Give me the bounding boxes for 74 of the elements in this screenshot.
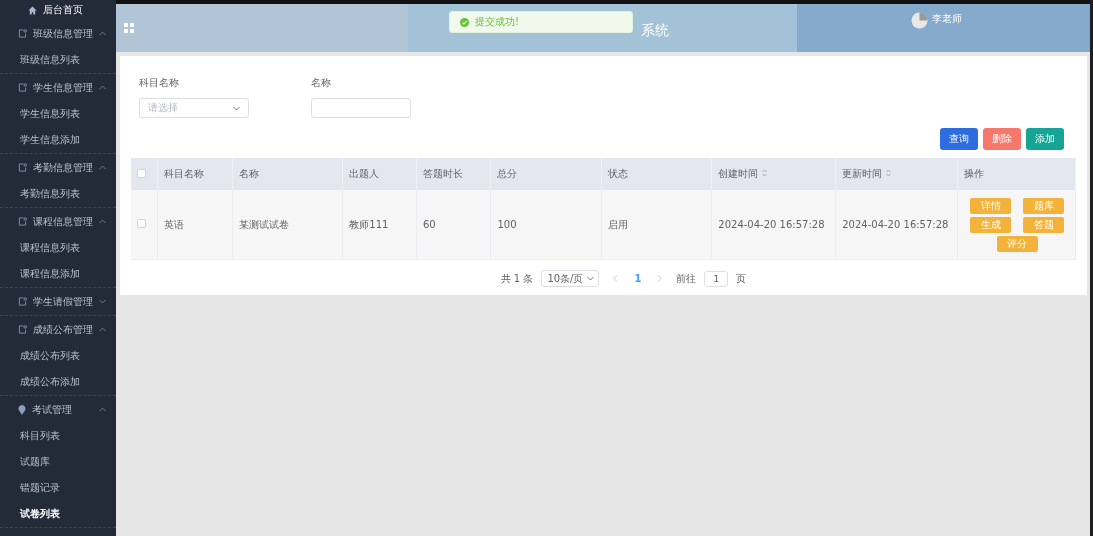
chevron-up-icon	[99, 165, 106, 170]
check-circle-icon	[460, 17, 469, 27]
menu-item[interactable]: 试卷列表	[0, 501, 116, 527]
menu-group[interactable]: 学生信息管理	[0, 74, 116, 101]
menu-item[interactable]: 课程信息添加	[0, 261, 116, 287]
column-header: 出题人	[349, 168, 380, 179]
column-header: 答题时长	[423, 168, 463, 179]
avatar-icon[interactable]	[911, 12, 928, 29]
table-cell: 某测试试卷	[239, 218, 290, 230]
menu-item[interactable]: 课程信息列表	[0, 235, 116, 261]
column-header: 状态	[608, 168, 628, 179]
table-cell: 2024-04-20 16:57:28	[718, 219, 825, 230]
sort-icon[interactable]	[762, 169, 768, 177]
menu-item[interactable]: 科目列表	[0, 423, 116, 449]
document-icon	[18, 297, 27, 306]
table-cell: 2024-04-20 16:57:28	[842, 219, 949, 230]
document-icon	[18, 325, 27, 334]
menu-item[interactable]: 考勤信息列表	[0, 181, 116, 207]
column-header[interactable]: 更新时间	[842, 168, 883, 179]
chevron-down-icon	[233, 105, 240, 111]
menu-group[interactable]: 学生请假管理	[0, 288, 116, 315]
toast-message: 提交成功!	[475, 15, 519, 29]
menu-item[interactable]: 成绩公布列表	[0, 343, 116, 369]
column-header: 操作	[964, 168, 985, 179]
chevron-up-icon	[99, 85, 106, 90]
menu-item[interactable]: 试题库	[0, 449, 116, 475]
filter-label: 科目名称	[139, 76, 180, 90]
table-cell: 启用	[608, 218, 628, 230]
grid-menu-icon[interactable]	[124, 23, 134, 33]
home-menu-item[interactable]: 后台首页	[0, 0, 116, 20]
page-size-select[interactable]: 10条/页	[541, 270, 600, 287]
menu-item[interactable]: 错题记录	[0, 475, 116, 501]
column-header: 总分	[497, 168, 518, 179]
previous-page-icon[interactable]	[613, 275, 619, 282]
system-title: 系统	[641, 22, 669, 40]
select-all-checkbox[interactable]	[137, 168, 146, 178]
table-cell: 英语	[163, 218, 184, 230]
chevron-down-icon	[587, 276, 595, 281]
page-input[interactable]: 1	[704, 270, 729, 287]
action-button[interactable]: 查询	[940, 128, 978, 150]
menu-group[interactable]: 考试管理	[0, 396, 116, 423]
menu-group[interactable]: 课程信息管理	[0, 208, 116, 235]
document-icon	[18, 83, 27, 92]
input-field[interactable]	[311, 98, 411, 118]
chevron-up-icon	[99, 327, 106, 332]
document-icon	[18, 217, 27, 226]
document-icon	[18, 29, 27, 38]
chevron-down-icon	[99, 299, 106, 304]
menu-item[interactable]: 成绩公布添加	[0, 369, 116, 395]
column-header: 科目名称	[163, 168, 204, 179]
menu-group[interactable]: 成绩公布管理	[0, 316, 116, 343]
menu-item[interactable]: 学生信息列表	[0, 101, 116, 127]
menu-group[interactable]: 考勤信息管理	[0, 154, 116, 181]
menu-item[interactable]: 学生信息添加	[0, 127, 116, 153]
menu-group[interactable]: 班级信息管理	[0, 20, 116, 47]
sort-icon[interactable]	[886, 169, 892, 177]
table-cell: 60	[423, 219, 436, 230]
chevron-up-icon	[99, 219, 106, 224]
filter-label: 名称	[311, 76, 332, 90]
column-header: 名称	[239, 168, 260, 179]
page-suffix: 页	[736, 271, 747, 286]
total-count: 共 1 条	[500, 271, 534, 286]
chevron-up-icon	[99, 31, 106, 36]
location-pin-icon	[18, 404, 26, 415]
chevron-up-icon	[99, 407, 106, 412]
table-cell: 教师111	[349, 218, 389, 230]
home-icon	[28, 5, 37, 15]
row-checkbox[interactable]	[137, 219, 146, 228]
menu-item[interactable]: 班级信息列表	[0, 47, 116, 73]
column-header[interactable]: 创建时间	[718, 168, 759, 179]
table-cell: 100	[497, 219, 517, 230]
document-icon	[18, 163, 27, 172]
goto-label: 前往	[676, 271, 697, 286]
next-page-icon[interactable]	[657, 275, 663, 282]
